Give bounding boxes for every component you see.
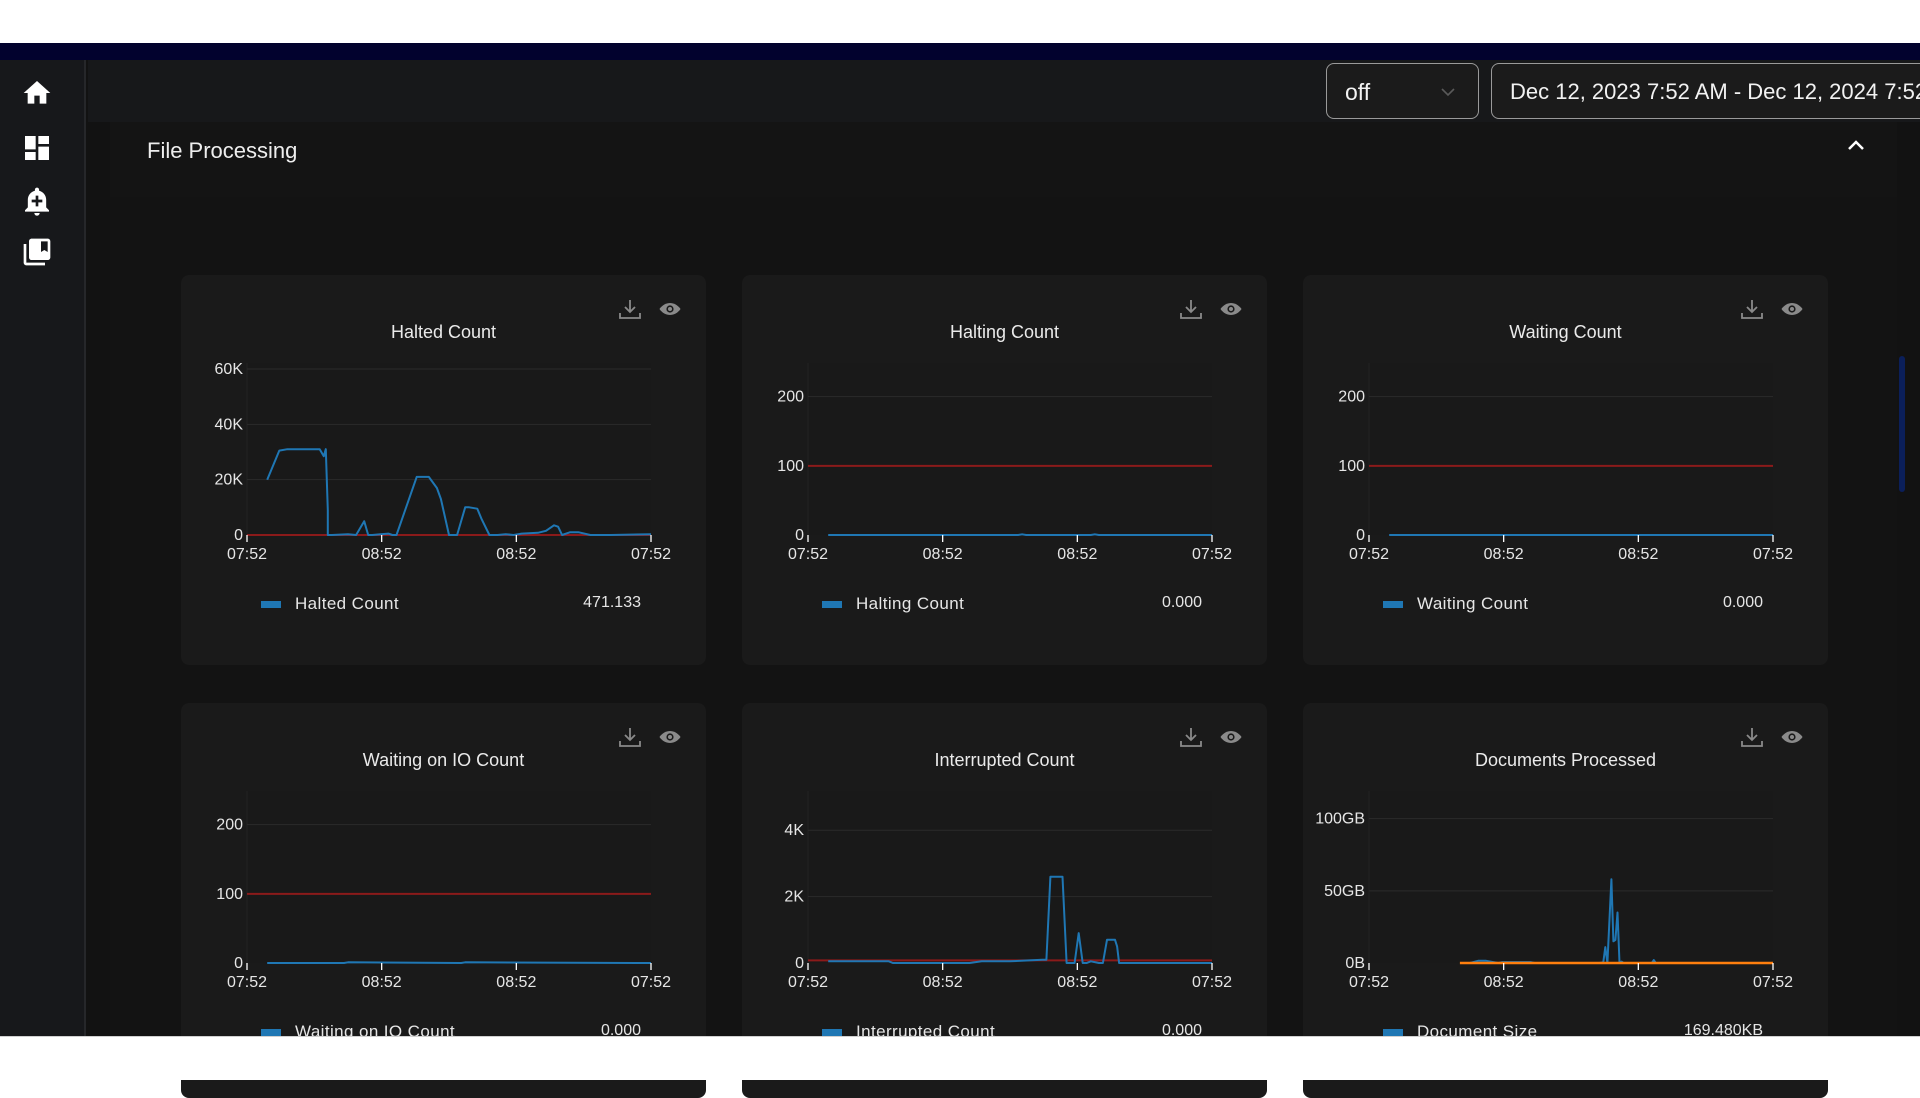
legend-label: Waiting Count	[1417, 594, 1529, 613]
legend-item-waiting-count[interactable]: Waiting Count 0.000	[1383, 594, 1763, 616]
x-tick-label: 07:52	[1192, 974, 1232, 991]
chart-card-halting-count: Halting Count 0 100 200 07:52 08:52 08:52 07:52…	[742, 275, 1267, 665]
vertical-scrollbar[interactable]	[1899, 356, 1905, 492]
legend-swatch	[822, 601, 842, 608]
y-tick-label: 20K	[215, 472, 244, 489]
toolbar: off Dec 12, 2023 7:52 AM - Dec 12, 2024 …	[88, 60, 1920, 122]
chart-card-halted-count: Halted Count 0 20K 40K 60K 07:52 08:52 08:52 07:…	[181, 275, 706, 665]
x-tick-label: 08:52	[923, 974, 963, 991]
line-chart: 0 100 200 07:52 08:52 08:52 07:52	[777, 363, 1232, 563]
x-tick-label: 08:52	[1057, 546, 1097, 563]
x-tick-label: 08:52	[362, 546, 402, 563]
plot-area	[1369, 791, 1773, 963]
legend-value: 471.133	[583, 594, 641, 611]
chart-card-waiting-count: Waiting Count 0 100 200 07:52 08:52 08:52 07:52…	[1303, 275, 1828, 665]
x-tick-label: 07:52	[227, 974, 267, 991]
y-tick-label: 0	[234, 527, 243, 544]
y-tick-label: 200	[1338, 389, 1365, 406]
x-tick-label: 08:52	[362, 974, 402, 991]
y-tick-label: 40K	[215, 416, 244, 433]
sidebar	[0, 60, 86, 1036]
y-tick-label: 0	[795, 527, 804, 544]
date-range-value: Dec 12, 2023 7:52 AM - Dec 12, 2024 7:52…	[1510, 79, 1920, 104]
y-tick-label: 100	[777, 458, 804, 475]
x-tick-label: 08:52	[496, 974, 536, 991]
y-tick-label: 100	[1338, 458, 1365, 475]
line-chart: 0 100 200 07:52 08:52 08:52 07:52	[1338, 363, 1793, 563]
legend-label: Halted Count	[295, 594, 400, 613]
plot-area	[247, 791, 651, 963]
sidebar-item-home[interactable]	[20, 76, 54, 110]
line-chart: 0 20K 40K 60K 07:52 08:52 08:52 07:52	[215, 361, 672, 563]
legend-swatch	[1383, 1029, 1403, 1036]
home-icon	[23, 81, 51, 104]
x-tick-label: 07:52	[227, 546, 267, 563]
legend-swatch	[261, 601, 281, 608]
x-tick-label: 07:52	[1753, 974, 1793, 991]
y-tick-label: 0	[795, 955, 804, 972]
series-line-waiting-on-io-count	[267, 961, 652, 964]
y-tick-label: 100	[216, 886, 243, 903]
x-tick-label: 08:52	[1618, 546, 1658, 563]
y-tick-label: 0	[1356, 527, 1365, 544]
section-title: File Processing	[147, 138, 298, 163]
legend-swatch	[261, 1029, 281, 1036]
legend-item-halting-count[interactable]: Halting Count 0.000	[822, 594, 1202, 616]
plot-area	[808, 791, 1212, 963]
y-tick-label: 0B	[1345, 955, 1365, 972]
refresh-interval-value: off	[1345, 79, 1371, 105]
library-icon	[23, 238, 51, 266]
app-container: off Dec 12, 2023 7:52 AM - Dec 12, 2024 …	[0, 60, 1920, 1098]
line-chart: 0B 50GB 100GB 07:52 08:52 08:52 07:52	[1315, 791, 1793, 991]
x-tick-label: 08:52	[1484, 974, 1524, 991]
dashboard-icon	[25, 136, 49, 160]
x-tick-label: 08:52	[496, 546, 536, 563]
x-tick-label: 07:52	[1349, 974, 1389, 991]
x-tick-label: 07:52	[788, 546, 828, 563]
y-tick-label: 50GB	[1324, 883, 1365, 900]
legend-swatch	[822, 1029, 842, 1036]
x-tick-label: 07:52	[1349, 546, 1389, 563]
line-chart: 0 100 200 07:52 08:52 08:52 07:52	[216, 791, 671, 991]
section-header[interactable]: File Processing	[110, 122, 1897, 197]
y-tick-label: 200	[216, 817, 243, 834]
file-processing-section: File Processing Halted Count 0 20K 40K 60K 07…	[110, 122, 1897, 1098]
x-tick-label: 08:52	[1057, 974, 1097, 991]
x-tick-label: 07:52	[788, 974, 828, 991]
sidebar-item-library[interactable]	[20, 235, 54, 269]
y-tick-label: 2K	[784, 889, 804, 906]
y-tick-label: 200	[777, 389, 804, 406]
x-tick-label: 07:52	[1192, 546, 1232, 563]
legend-value: 0.000	[1161, 594, 1202, 611]
y-tick-label: 60K	[215, 361, 244, 378]
chevron-up-icon[interactable]	[1842, 134, 1870, 156]
legend-item-halted-count[interactable]: Halted Count 471.133	[261, 594, 641, 616]
top-nav-bar	[0, 43, 1920, 60]
legend-value: 0.000	[1722, 594, 1763, 611]
chevron-down-icon	[1441, 88, 1455, 97]
x-tick-label: 08:52	[1618, 974, 1658, 991]
x-tick-label: 08:52	[1484, 546, 1524, 563]
legend-swatch	[1383, 601, 1403, 608]
x-tick-label: 07:52	[1753, 546, 1793, 563]
sidebar-item-alerts[interactable]	[20, 184, 54, 218]
sidebar-item-dashboards[interactable]	[20, 131, 54, 165]
legend-label: Halting Count	[856, 594, 965, 613]
refresh-interval-select[interactable]: off	[1326, 63, 1479, 119]
y-tick-label: 100GB	[1315, 811, 1365, 828]
y-tick-label: 0	[234, 955, 243, 972]
browser-bottom-area	[0, 1036, 1920, 1080]
x-tick-label: 08:52	[923, 546, 963, 563]
line-chart: 0 2K 4K 07:52 08:52 08:52 07:52	[784, 791, 1232, 991]
date-range-picker[interactable]: Dec 12, 2023 7:52 AM - Dec 12, 2024 7:52…	[1491, 63, 1920, 119]
browser-top-area	[0, 0, 1920, 43]
add-alert-icon	[25, 187, 49, 216]
plot-area	[808, 363, 1212, 535]
y-tick-label: 4K	[784, 822, 804, 839]
series-line-halting-count	[828, 533, 1212, 536]
x-tick-label: 07:52	[631, 974, 671, 991]
x-tick-label: 07:52	[631, 546, 671, 563]
plot-area	[1369, 363, 1773, 535]
